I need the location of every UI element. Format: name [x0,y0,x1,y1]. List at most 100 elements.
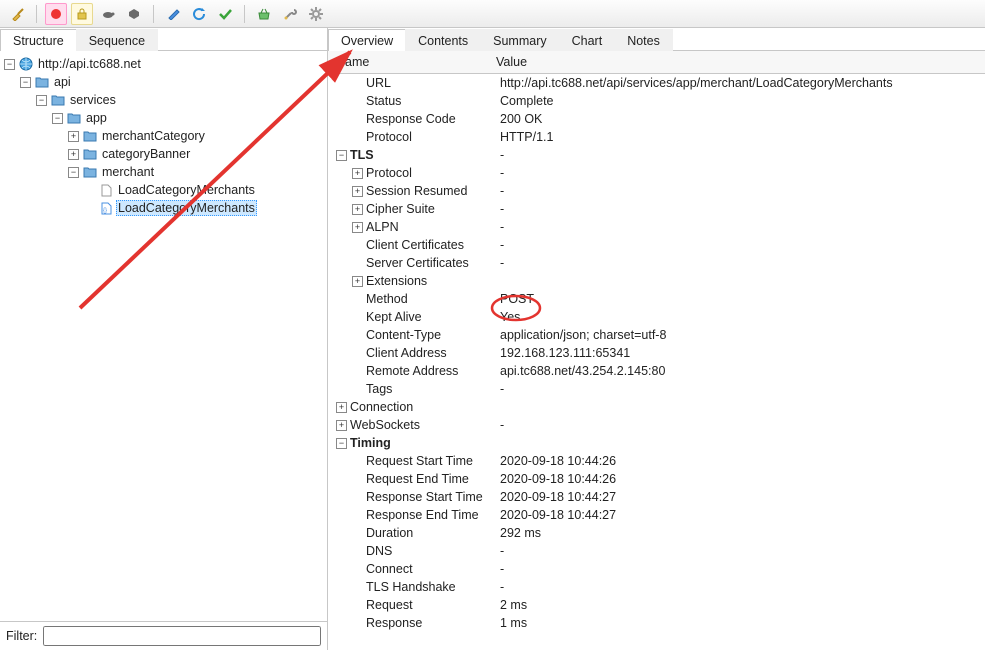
overview-row[interactable]: Server Certificates- [336,256,985,274]
collapse-toggle[interactable]: − [336,150,347,161]
turtle-icon[interactable] [97,3,119,25]
toolbar [0,0,985,28]
expand-toggle[interactable]: + [68,149,79,160]
collapse-toggle[interactable]: − [36,95,47,106]
tab-chart[interactable]: Chart [559,29,616,51]
overview-row[interactable]: Request2 ms [336,598,985,616]
settings-icon[interactable] [305,3,327,25]
check-icon[interactable] [214,3,236,25]
lock-icon[interactable] [71,3,93,25]
col-value-header: Value [488,51,535,73]
expand-toggle[interactable]: + [352,276,363,287]
overview-row[interactable]: Connect- [336,562,985,580]
property-value: 192.168.123.111:65341 [496,346,630,360]
folder-icon [82,164,98,180]
overview-row[interactable]: −Timing [336,436,985,454]
record-icon[interactable] [45,3,67,25]
breakpoint-icon[interactable] [123,3,145,25]
tree-folder[interactable]: − api [2,73,327,91]
expand-toggle[interactable]: + [352,186,363,197]
overview-row[interactable]: TLS Handshake- [336,580,985,598]
session-tree[interactable]: − http://api.tc688.net − api − services … [0,51,327,621]
property-name: Timing [350,436,391,450]
tab-structure[interactable]: Structure [0,29,77,51]
expand-toggle[interactable]: + [352,168,363,179]
overview-row[interactable]: +Extensions [336,274,985,292]
property-value: HTTP/1.1 [496,130,554,144]
overview-row[interactable]: Client Address192.168.123.111:65341 [336,346,985,364]
overview-row[interactable]: +Protocol- [336,166,985,184]
tree-host[interactable]: − http://api.tc688.net [2,55,327,73]
pen-icon[interactable] [162,3,184,25]
tab-notes[interactable]: Notes [614,29,673,51]
overview-row[interactable]: MethodPOST [336,292,985,310]
expand-toggle[interactable]: + [336,402,347,413]
overview-row[interactable]: +Session Resumed- [336,184,985,202]
tree-folder[interactable]: − app [2,109,327,127]
overview-row[interactable]: +WebSockets- [336,418,985,436]
tab-overview[interactable]: Overview [328,29,406,51]
basket-icon[interactable] [253,3,275,25]
overview-row[interactable]: −TLS- [336,148,985,166]
tab-summary[interactable]: Summary [480,29,559,51]
property-value: api.tc688.net/43.254.2.145:80 [496,364,665,378]
tab-contents[interactable]: Contents [405,29,481,51]
filter-input[interactable] [43,626,321,646]
property-value: 2020-09-18 10:44:26 [496,472,616,486]
property-value: POST [496,292,534,306]
tree-request[interactable]: LoadCategoryMerchants [2,181,327,199]
folder-icon [50,92,66,108]
expand-toggle[interactable]: + [352,222,363,233]
overview-row[interactable]: Response End Time2020-09-18 10:44:27 [336,508,985,526]
tree-folder[interactable]: + merchantCategory [2,127,327,145]
expand-toggle[interactable]: + [68,131,79,142]
property-name: Extensions [366,274,427,288]
tree-request-selected[interactable]: {} LoadCategoryMerchants [2,199,327,217]
property-value: - [496,256,504,270]
right-tabs: Overview Contents Summary Chart Notes [328,28,985,51]
overview-row[interactable]: Request End Time2020-09-18 10:44:26 [336,472,985,490]
overview-row[interactable]: +ALPN- [336,220,985,238]
overview-row[interactable]: Client Certificates- [336,238,985,256]
overview-row[interactable]: Remote Addressapi.tc688.net/43.254.2.145… [336,364,985,382]
collapse-toggle[interactable]: − [20,77,31,88]
folder-icon [34,74,50,90]
tab-sequence[interactable]: Sequence [76,29,158,51]
overview-row[interactable]: URLhttp://api.tc688.net/api/services/app… [336,76,985,94]
broom-icon[interactable] [6,3,28,25]
json-file-icon: {} [98,200,114,216]
property-value: - [496,148,504,162]
property-name: Response Code [366,112,456,126]
property-value: 1 ms [496,616,527,630]
refresh-icon[interactable] [188,3,210,25]
overview-row[interactable]: +Cipher Suite- [336,202,985,220]
expand-toggle[interactable]: + [352,204,363,215]
expand-toggle[interactable]: + [336,420,347,431]
tools-icon[interactable] [279,3,301,25]
overview-row[interactable]: Response Start Time2020-09-18 10:44:27 [336,490,985,508]
overview-row[interactable]: Duration292 ms [336,526,985,544]
overview-row[interactable]: DNS- [336,544,985,562]
tree-folder[interactable]: − services [2,91,327,109]
tree-folder[interactable]: − merchant [2,163,327,181]
overview-row[interactable]: Content-Typeapplication/json; charset=ut… [336,328,985,346]
property-value: - [496,418,504,432]
collapse-toggle[interactable]: − [52,113,63,124]
collapse-toggle[interactable]: − [68,167,79,178]
property-name: Client Certificates [366,238,464,252]
overview-row[interactable]: ProtocolHTTP/1.1 [336,130,985,148]
tree-folder[interactable]: + categoryBanner [2,145,327,163]
overview-row[interactable]: Tags- [336,382,985,400]
overview-row[interactable]: Response1 ms [336,616,985,634]
overview-row[interactable]: Kept AliveYes [336,310,985,328]
collapse-toggle[interactable]: − [4,59,15,70]
overview-grid-body[interactable]: URLhttp://api.tc688.net/api/services/app… [328,74,985,650]
overview-row[interactable]: Request Start Time2020-09-18 10:44:26 [336,454,985,472]
overview-row[interactable]: StatusComplete [336,94,985,112]
property-value: Yes [496,310,520,324]
property-value: - [496,382,504,396]
property-name: URL [366,76,391,90]
overview-row[interactable]: Response Code200 OK [336,112,985,130]
overview-row[interactable]: +Connection [336,400,985,418]
collapse-toggle[interactable]: − [336,438,347,449]
